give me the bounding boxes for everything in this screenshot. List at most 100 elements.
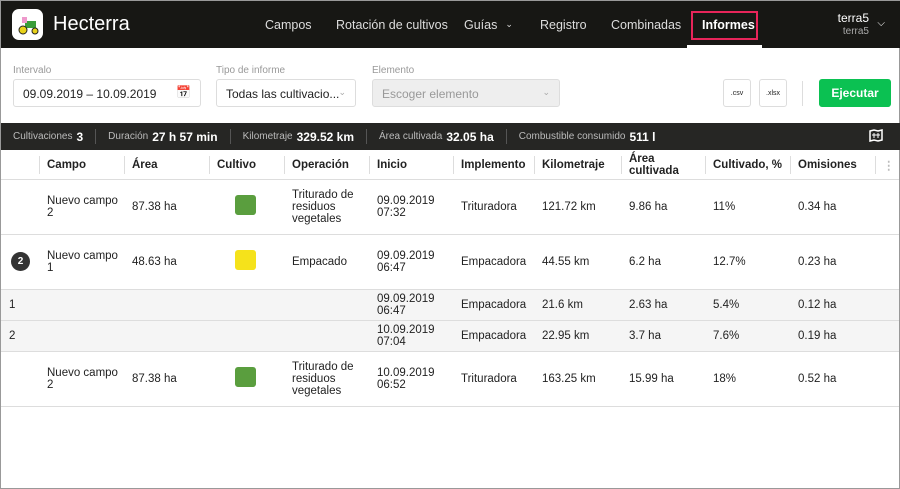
cell-inicio: 09.09.2019 06:47 — [369, 289, 453, 321]
element-label: Elemento — [372, 65, 415, 76]
chevron-down-icon: ⌄ — [542, 87, 550, 97]
cell-kilometraje: 163.25 km — [534, 351, 621, 407]
nav-rotacion[interactable]: Rotación de cultivos — [336, 1, 448, 48]
table-row[interactable]: Nuevo campo 2 87.38 ha Triturado de residu… — [1, 179, 899, 235]
nav-guias[interactable]: Guías ⌄ — [464, 1, 513, 48]
cell-inicio: 09.09.2019 07:32 — [369, 179, 453, 235]
column-header[interactable]: Área — [124, 151, 209, 180]
col-index — [1, 151, 39, 180]
column-header[interactable]: Operación — [284, 151, 369, 180]
stat-label: Duración — [108, 131, 149, 142]
cell-campo: Nuevo campo 1 — [39, 234, 124, 290]
cell-kilometraje: 21.6 km — [534, 289, 621, 321]
cell-operacion: Triturado de residuos vegetales — [284, 179, 369, 235]
stat-label: Kilometraje — [242, 131, 293, 142]
map-icon[interactable] — [869, 129, 883, 147]
cell-cultivado: 5.4% — [705, 289, 790, 321]
cell-area-cultivada: 2.63 ha — [621, 289, 705, 321]
type-label: Tipo de informe — [216, 65, 286, 76]
cell-area-cultivada: 9.86 ha — [621, 179, 705, 235]
cell-inicio: 10.09.2019 06:52 — [369, 351, 453, 407]
stat-label: Cultivaciones — [13, 131, 73, 142]
cell-cultivado: 12.7% — [705, 234, 790, 290]
cell-index: 2 — [1, 320, 39, 352]
cell-area: 87.38 ha — [124, 179, 209, 235]
top-bar: Hecterra Campos Rotación de cultivos Guí… — [1, 1, 900, 48]
nav-campos[interactable]: Campos — [265, 1, 312, 48]
stat-item: Combustible consumido 511 l — [507, 129, 668, 144]
cell-cultivado: 18% — [705, 351, 790, 407]
cell-campo: Nuevo campo 2 — [39, 179, 124, 235]
table-subrow[interactable]: 2 10.09.2019 07:04 Empacadora 22.95 km 3.7 ha… — [1, 320, 899, 352]
cell-cultivo — [209, 234, 284, 290]
chevron-down-icon: ⌄ — [505, 19, 513, 29]
interval-field[interactable]: 09.09.2019 – 10.09.2019 📅 — [13, 79, 201, 107]
stat-value: 3 — [76, 129, 84, 144]
stat-item: Área cultivada 32.05 ha — [367, 129, 507, 144]
stats-bar: Cultivaciones 3 Duración 27 h 57 min Kilomet… — [1, 123, 900, 150]
cell-cultivado: 11% — [705, 179, 790, 235]
table-row[interactable]: 2 Nuevo campo 1 48.63 ha Empacado 09.09.2019… — [1, 234, 899, 290]
cell-area-cultivada: 3.7 ha — [621, 320, 705, 352]
export-xlsx-button[interactable]: .xlsx — [759, 79, 787, 107]
nav-combinadas[interactable]: Combinadas — [611, 1, 681, 48]
column-header[interactable]: Omisiones — [790, 151, 875, 180]
cell-omisiones: 0.19 ha — [790, 320, 875, 352]
type-select[interactable]: Todas las cultivacio... ⌄ — [216, 79, 356, 107]
table-subrow[interactable]: 1 09.09.2019 06:47 Empacadora 21.6 km 2.63 ha… — [1, 289, 899, 321]
stat-value: 329.52 km — [296, 129, 354, 144]
crop-color-swatch — [235, 250, 256, 270]
stat-item: Kilometraje 329.52 km — [231, 129, 367, 144]
cell-area-cultivada: 15.99 ha — [621, 351, 705, 407]
column-header[interactable]: Inicio — [369, 151, 453, 180]
cell-cultivado: 7.6% — [705, 320, 790, 352]
cell-omisiones: 0.34 ha — [790, 179, 875, 235]
cell-cultivo — [209, 179, 284, 235]
stat-item: Cultivaciones 3 — [1, 129, 97, 144]
tractor-logo-icon — [12, 9, 43, 40]
cell-omisiones: 0.52 ha — [790, 351, 875, 407]
active-tab-indicator — [687, 45, 762, 48]
chevron-down-icon: ⌄ — [338, 87, 346, 97]
cell-inicio: 09.09.2019 06:47 — [369, 234, 453, 290]
column-header[interactable]: Cultivo — [209, 151, 284, 180]
run-button[interactable]: Ejecutar — [819, 79, 891, 107]
column-menu-icon[interactable]: ⋮ — [875, 151, 899, 180]
column-header[interactable]: Área cultivada — [621, 151, 705, 180]
cell-area: 87.38 ha — [124, 351, 209, 407]
calendar-icon: 📅 — [176, 85, 191, 99]
user-menu[interactable]: terra5 terra5 — [838, 11, 869, 37]
cell-implemento: Trituradora — [453, 179, 534, 235]
stat-value: 27 h 57 min — [152, 129, 218, 144]
interval-label: Intervalo — [13, 65, 52, 76]
cell-index: 1 — [1, 289, 39, 321]
brand-name: Hecterra — [53, 13, 130, 35]
report-table: Campo Área Cultivo Operación Inicio Implement… — [1, 151, 899, 407]
cell-inicio: 10.09.2019 07:04 — [369, 320, 453, 352]
column-header[interactable]: Implemento — [453, 151, 534, 180]
table-row[interactable]: Nuevo campo 2 87.38 ha Triturado de residu… — [1, 351, 899, 407]
cell-operacion: Triturado de residuos vegetales — [284, 351, 369, 407]
cell-area: 48.63 ha — [124, 234, 209, 290]
cell-cultivo — [209, 351, 284, 407]
column-header[interactable]: Kilometraje — [534, 151, 621, 180]
chevron-down-icon[interactable]: ⌵ — [877, 18, 885, 29]
nav-informes[interactable]: Informes — [702, 1, 755, 48]
cell-omisiones: 0.12 ha — [790, 289, 875, 321]
column-header[interactable]: Campo — [39, 151, 124, 180]
cell-kilometraje: 121.72 km — [534, 179, 621, 235]
nav-registro[interactable]: Registro — [540, 1, 587, 48]
cell-kilometraje: 22.95 km — [534, 320, 621, 352]
column-header[interactable]: Cultivado, % — [705, 151, 790, 180]
stat-label: Área cultivada — [379, 131, 443, 142]
divider — [802, 81, 803, 106]
stat-value: 32.05 ha — [446, 129, 494, 144]
cultivation-count-badge[interactable]: 2 — [11, 252, 30, 271]
cell-campo: Nuevo campo 2 — [39, 351, 124, 407]
cell-implemento: Trituradora — [453, 351, 534, 407]
export-csv-button[interactable]: .csv — [723, 79, 751, 107]
cell-operacion: Empacado — [284, 234, 369, 290]
element-select[interactable]: Escoger elemento ⌄ — [372, 79, 560, 107]
crop-color-swatch — [235, 195, 256, 215]
crop-color-swatch — [235, 367, 256, 387]
